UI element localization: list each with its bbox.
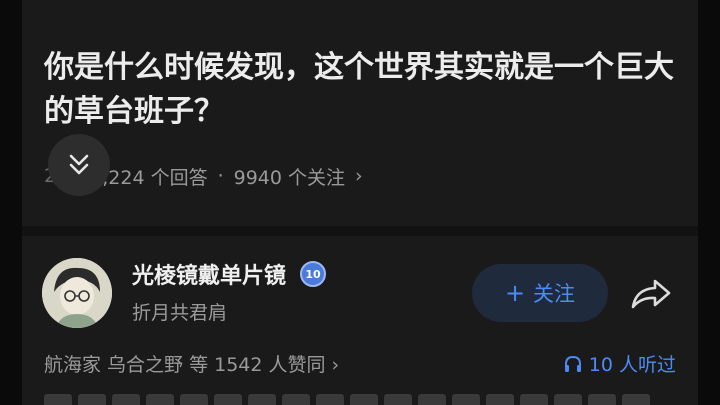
headphones-icon bbox=[564, 355, 581, 372]
share-button[interactable] bbox=[626, 272, 676, 316]
listen-text: 10 人听过 bbox=[588, 354, 676, 376]
question-title[interactable]: 你是什么时候发现，这个世界其实就是一个巨大的草台班子？ bbox=[44, 46, 684, 134]
author-name-text: 光棱镜戴单片镜 bbox=[132, 264, 287, 289]
section-divider bbox=[22, 226, 698, 236]
chevron-double-down-icon bbox=[69, 154, 89, 175]
answer-preview-clipped bbox=[44, 394, 684, 405]
stats-dot-2: · bbox=[217, 165, 224, 187]
follow-button[interactable]: + 关注 bbox=[472, 264, 608, 322]
verified-badge-icon: 10 bbox=[300, 261, 327, 287]
share-arrow-icon bbox=[631, 279, 671, 309]
author-subtitle: 折月共君肩 bbox=[132, 302, 228, 324]
follow-label: 关注 bbox=[533, 282, 576, 306]
avatar-illustration bbox=[42, 258, 112, 328]
right-frame bbox=[698, 0, 720, 405]
chevron-right-icon: › bbox=[355, 165, 363, 187]
avatar[interactable] bbox=[42, 258, 112, 328]
question-page: 你是什么时候发现，这个世界其实就是一个巨大的草台班子？ 2 · 2,224 个回… bbox=[22, 0, 698, 405]
collapse-button[interactable] bbox=[48, 134, 110, 196]
author-name[interactable]: 光棱镜戴单片镜 10 bbox=[132, 258, 327, 290]
listen-count[interactable]: 10 人听过 bbox=[563, 350, 676, 377]
voters-line[interactable]: 航海家 乌合之野 等 1542 人赞同 › bbox=[44, 350, 339, 377]
follower-count: 9940 个关注 bbox=[233, 166, 346, 189]
plus-icon: + bbox=[504, 279, 526, 307]
left-frame bbox=[0, 0, 22, 405]
